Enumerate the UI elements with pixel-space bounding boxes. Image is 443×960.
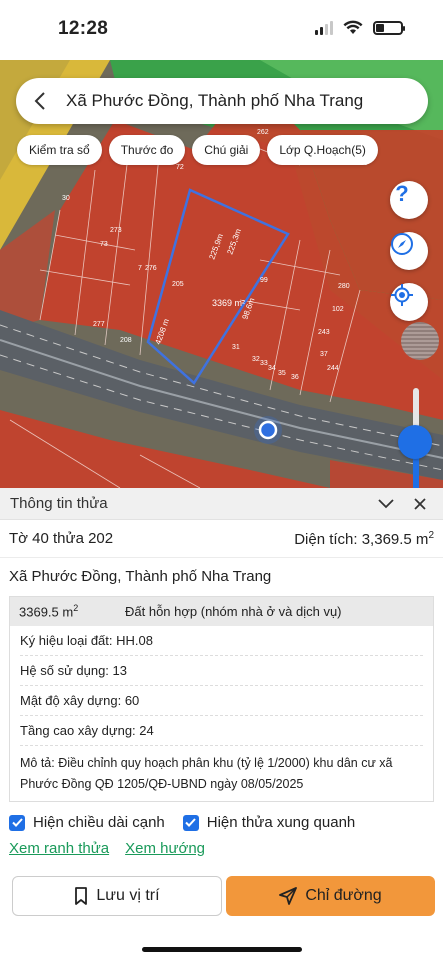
- close-icon: [414, 497, 426, 510]
- building-height: Tầng cao xây dựng: 24: [20, 716, 423, 746]
- status-bar: 12:28: [0, 0, 443, 60]
- map-view[interactable]: 225,9m 225,3m 4208 m 98,6m 3369 m² 30 73…: [0, 60, 443, 488]
- zoom-slider[interactable]: [397, 388, 435, 488]
- lot-label: 273: [110, 227, 122, 234]
- lot-label: 34: [268, 365, 276, 372]
- status-time: 12:28: [58, 18, 109, 39]
- lot-label: 33: [260, 360, 268, 367]
- lot-label: 99: [260, 277, 268, 284]
- planning-area: 3369.5 m2: [19, 603, 79, 620]
- view-boundary-link[interactable]: Xem ranh thửa: [9, 840, 109, 857]
- planning-header: 3369.5 m2 Đất hỗn hợp (nhóm nhà ở và dịc…: [10, 597, 433, 626]
- zoom-slider-thumb[interactable]: [398, 425, 432, 459]
- directions-button[interactable]: Chỉ đường: [226, 876, 435, 916]
- lot-number: Tờ 40 thửa 202: [9, 530, 114, 547]
- close-button[interactable]: [407, 491, 433, 517]
- lot-label: 102: [332, 306, 344, 313]
- directions-label: Chỉ đường: [305, 887, 382, 904]
- checkbox-checked-icon[interactable]: [9, 814, 25, 831]
- collapse-button[interactable]: [373, 491, 399, 517]
- lot-label: 205: [172, 281, 184, 288]
- help-icon: ?: [395, 181, 408, 205]
- lot-label: 30: [62, 195, 70, 202]
- lot-label: 36: [291, 374, 299, 381]
- lot-label: 7: [138, 265, 142, 272]
- my-location-icon: [391, 284, 413, 306]
- panel-links: Xem ranh thửa Xem hướng: [9, 840, 205, 857]
- lot-label: 280: [338, 283, 350, 290]
- svg-text:?: ?: [395, 181, 408, 205]
- panel-title: Thông tin thửa: [10, 495, 108, 512]
- chip-measure[interactable]: Thước đo: [108, 135, 186, 165]
- parcel-address: Xã Phước Đồng, Thành phố Nha Trang: [9, 568, 272, 585]
- land-type: Đất hỗn hợp (nhóm nhà ở và dịch vụ): [125, 604, 342, 619]
- parcel-area-label: 3369 m²: [212, 298, 245, 308]
- help-button[interactable]: ?: [390, 181, 428, 219]
- display-options: Hiện chiều dài cạnh Hiện thửa xung quanh: [9, 814, 355, 831]
- save-location-button[interactable]: Lưu vị trí: [12, 876, 222, 916]
- chip-check-certificate[interactable]: Kiểm tra sổ: [17, 135, 102, 165]
- planning-info-box: 3369.5 m2 Đất hỗn hợp (nhóm nhà ở và dịc…: [9, 596, 434, 802]
- lot-label: 276: [145, 265, 157, 272]
- search-bar[interactable]: Xã Phước Đồng, Thành phố Nha Trang: [16, 78, 428, 124]
- wifi-icon: [343, 20, 363, 34]
- navigation-arrow-icon: [279, 887, 298, 905]
- home-indicator: [142, 947, 302, 952]
- lot-label: 244: [327, 365, 339, 372]
- lot-label: 243: [318, 329, 330, 336]
- show-neighbors-label: Hiện thửa xung quanh: [206, 814, 356, 831]
- lot-label: 32: [252, 356, 260, 363]
- building-density: Mật độ xây dựng: 60: [20, 686, 423, 716]
- lot-label: 72: [176, 164, 184, 171]
- chevron-left-icon: [34, 92, 45, 110]
- panel-header: Thông tin thửa: [0, 488, 443, 520]
- view-direction-link[interactable]: Xem hướng: [125, 840, 205, 857]
- land-symbol: Ký hiệu loại đất: HH.08: [20, 626, 423, 656]
- map-toolbar: Kiểm tra sổ Thước đo Chú giải Lớp Q.Hoạc…: [17, 135, 378, 165]
- show-edge-length-checkbox[interactable]: Hiện chiều dài cạnh: [9, 814, 165, 831]
- parcel-info-panel: Thông tin thửa Tờ 40 thửa 202 Diện tích:…: [0, 488, 443, 960]
- lot-label: 35: [278, 370, 286, 377]
- back-button[interactable]: [28, 89, 52, 113]
- location-title: Xã Phước Đồng, Thành phố Nha Trang: [66, 91, 364, 110]
- planning-description: Mô tả: Điều chỉnh quy hoạch phân khu (tỷ…: [20, 756, 393, 791]
- show-edge-length-label: Hiện chiều dài cạnh: [33, 814, 165, 831]
- lot-label: 277: [93, 321, 105, 328]
- lot-label: 73: [100, 241, 108, 248]
- compass-icon: [391, 233, 413, 255]
- user-location-dot: [258, 420, 278, 440]
- map-canvas[interactable]: 225,9m 225,3m 4208 m 98,6m 3369 m² 30 73…: [0, 60, 443, 488]
- cellular-signal-icon: [315, 20, 333, 35]
- lot-label: 208: [120, 337, 132, 344]
- checkbox-checked-icon[interactable]: [182, 814, 199, 831]
- usage-ratio: Hệ số sử dụng: 13: [20, 656, 423, 686]
- lot-label: 37: [320, 351, 328, 358]
- compass-button[interactable]: [390, 232, 428, 270]
- bookmark-icon: [75, 887, 88, 905]
- lot-row: Tờ 40 thửa 202 Diện tích: 3,369.5 m2: [0, 520, 443, 558]
- chevron-down-icon: [378, 498, 394, 508]
- lot-area: Diện tích: 3,369.5 m2: [294, 529, 434, 548]
- lot-label: 31: [232, 344, 240, 351]
- save-location-label: Lưu vị trí: [96, 887, 160, 904]
- show-neighbors-checkbox[interactable]: Hiện thửa xung quanh: [182, 814, 356, 831]
- layer-toggle-button[interactable]: [401, 322, 439, 360]
- battery-icon: [373, 20, 405, 35]
- my-location-button[interactable]: [390, 283, 428, 321]
- chip-planning-layer[interactable]: Lớp Q.Hoạch(5): [267, 135, 378, 165]
- status-icons: [315, 20, 405, 35]
- chip-legend[interactable]: Chú giải: [192, 135, 261, 165]
